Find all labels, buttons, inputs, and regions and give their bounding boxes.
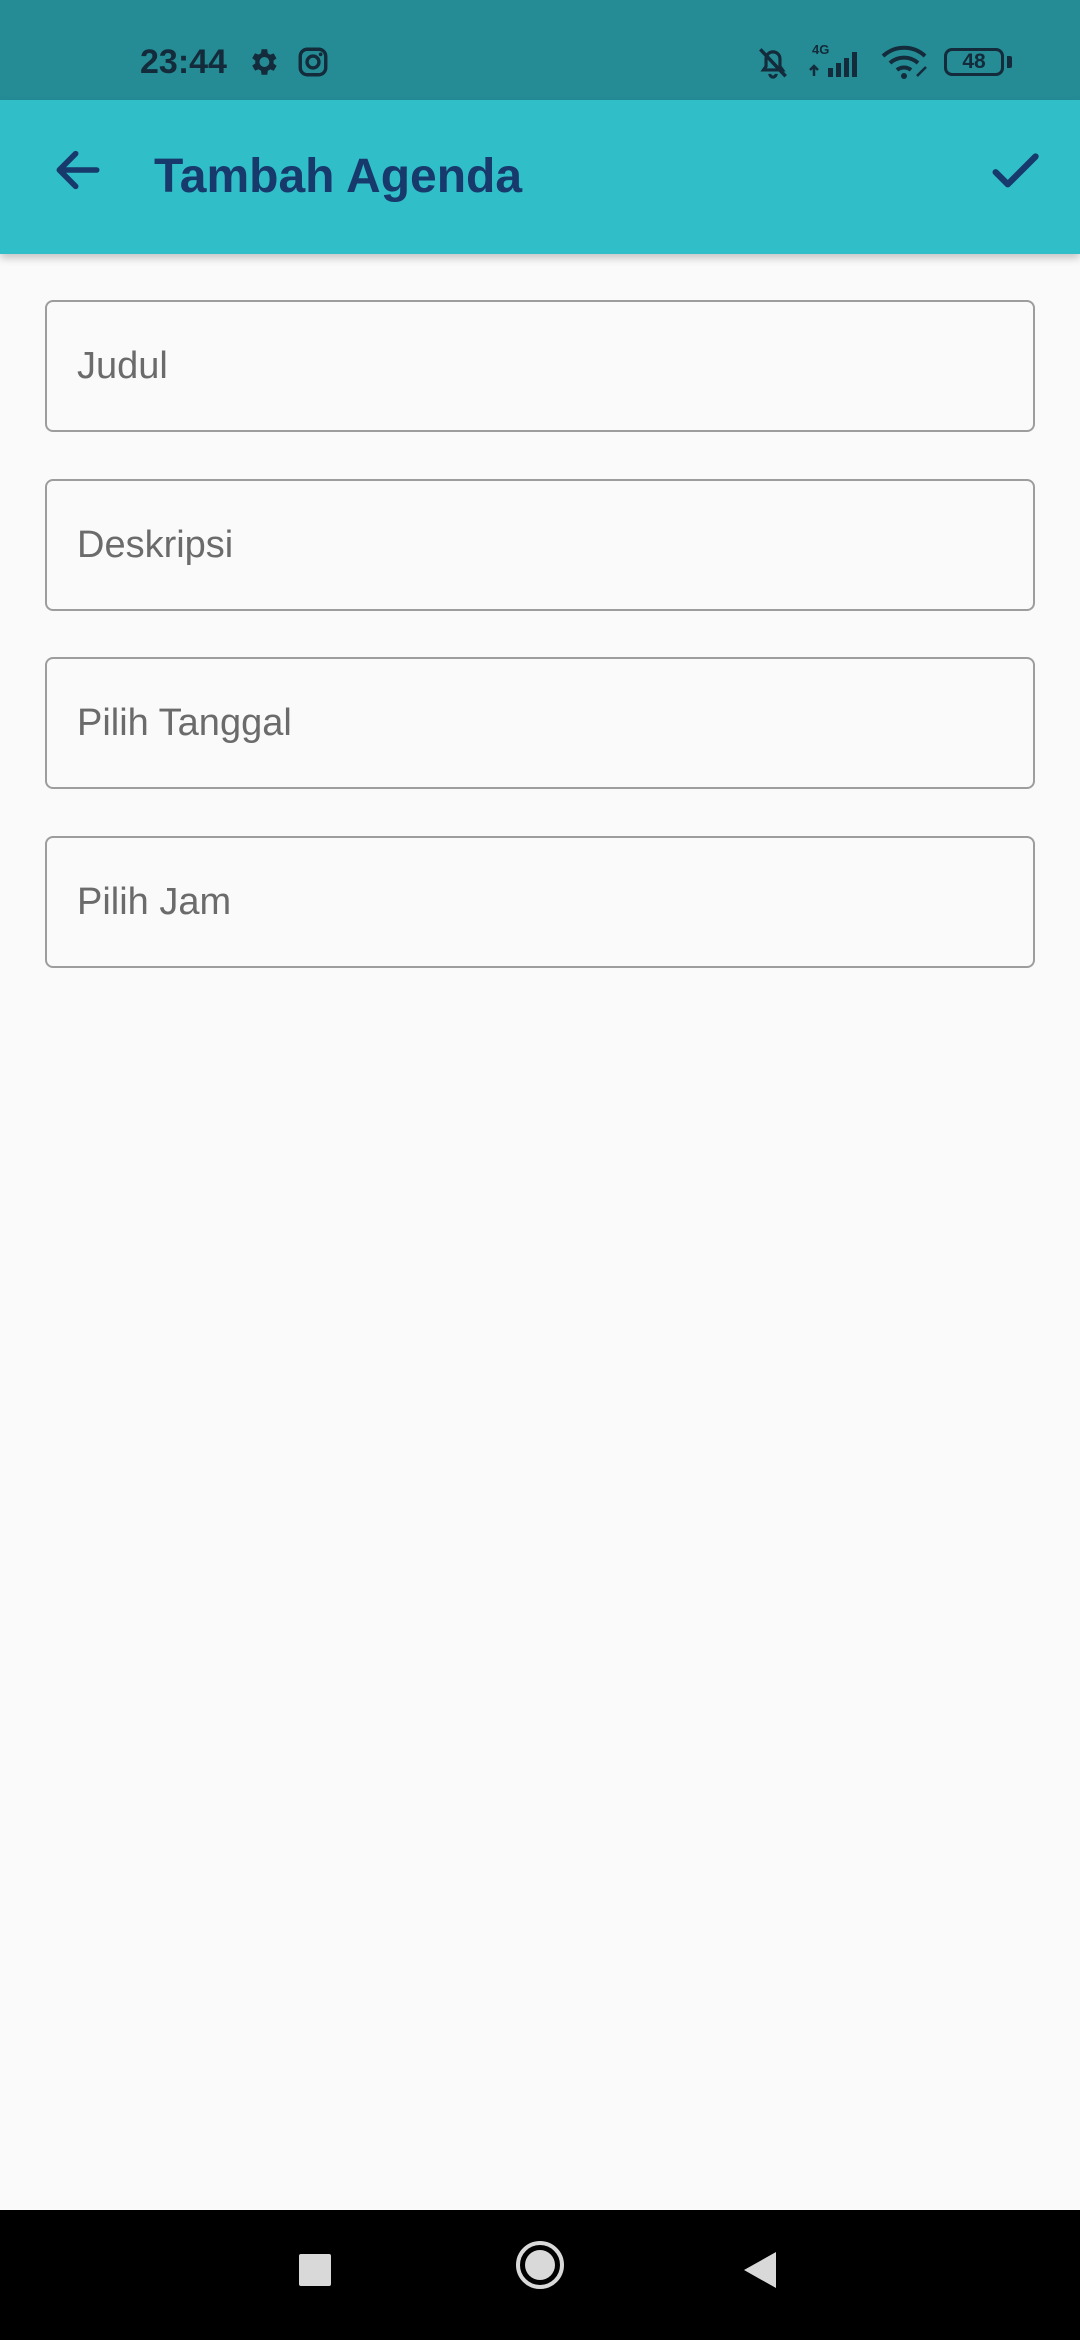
app-bar: Tambah Agenda — [0, 100, 1080, 254]
instagram-icon — [296, 45, 330, 79]
check-icon — [992, 153, 1039, 188]
status-time: 23:44 — [140, 43, 227, 81]
home-button[interactable] — [505, 2230, 575, 2300]
battery-tip — [1007, 56, 1012, 68]
arrow-left-icon — [56, 150, 100, 190]
signal-icon — [806, 44, 866, 78]
status-bar: 23:44 4G 48 — [0, 0, 1080, 100]
home-icon — [516, 2241, 564, 2289]
battery-icon: 48 — [944, 48, 1004, 76]
title-input[interactable] — [45, 300, 1035, 432]
settings-icon — [246, 45, 280, 79]
system-back-button[interactable] — [725, 2235, 795, 2305]
back-button[interactable] — [38, 130, 118, 210]
date-picker-input[interactable] — [45, 657, 1035, 789]
description-input[interactable] — [45, 479, 1035, 611]
recents-button[interactable] — [280, 2235, 350, 2305]
time-picker-input[interactable] — [45, 836, 1035, 968]
wifi-icon — [880, 42, 930, 82]
recents-icon — [299, 2254, 331, 2286]
notifications-off-icon — [754, 43, 792, 81]
page-title: Tambah Agenda — [154, 150, 523, 203]
back-icon — [744, 2252, 776, 2288]
save-button[interactable] — [974, 130, 1056, 212]
navigation-bar — [0, 2210, 1080, 2340]
